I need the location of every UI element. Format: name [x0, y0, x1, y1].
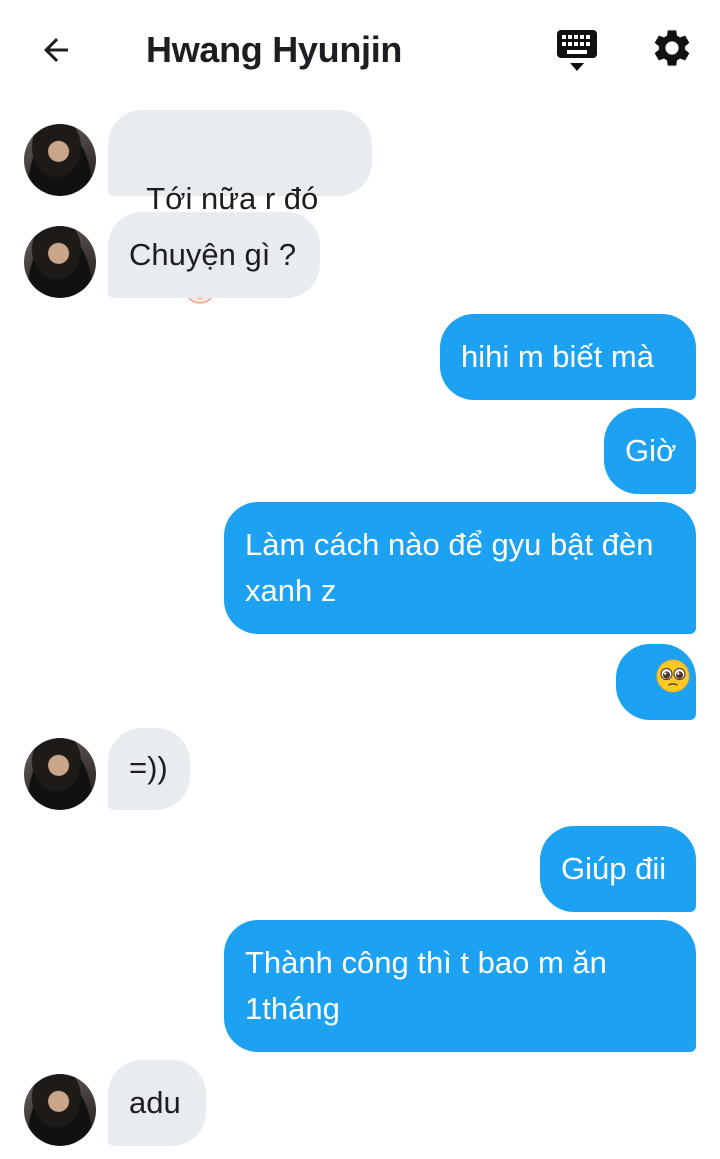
message-bubble-outgoing[interactable]: hihi m biết mà — [440, 314, 696, 400]
avatar[interactable] — [24, 124, 96, 196]
settings-button[interactable] — [648, 24, 696, 72]
keyboard-button[interactable] — [552, 24, 602, 76]
page-title: Hwang Hyunjin — [146, 29, 403, 70]
pleading-face-emoji — [620, 611, 692, 754]
arrow-left-icon — [44, 38, 68, 62]
message-bubble-incoming[interactable]: Tới nữa r đó — [108, 110, 372, 304]
message-bubble-outgoing[interactable]: Giờ — [604, 408, 696, 494]
message-bubble-outgoing[interactable] — [616, 644, 696, 720]
gear-icon — [654, 30, 690, 66]
back-button[interactable] — [30, 26, 82, 74]
message-text: Tới nữa r đó — [146, 181, 319, 216]
message-bubble-outgoing[interactable]: Giúp đii — [540, 826, 696, 912]
chat-header: Hwang Hyunjin — [0, 0, 720, 100]
avatar[interactable] — [24, 738, 96, 810]
message-bubble-incoming[interactable]: Chuyện gì ? — [108, 212, 320, 298]
avatar[interactable] — [24, 226, 96, 298]
message-bubble-incoming[interactable]: adu — [108, 1060, 206, 1146]
avatar[interactable] — [24, 1074, 96, 1146]
message-bubble-incoming[interactable]: =)) — [108, 728, 190, 810]
message-bubble-outgoing[interactable]: Thành công thì t bao m ăn 1tháng — [224, 920, 696, 1052]
keyboard-icon — [557, 30, 597, 71]
